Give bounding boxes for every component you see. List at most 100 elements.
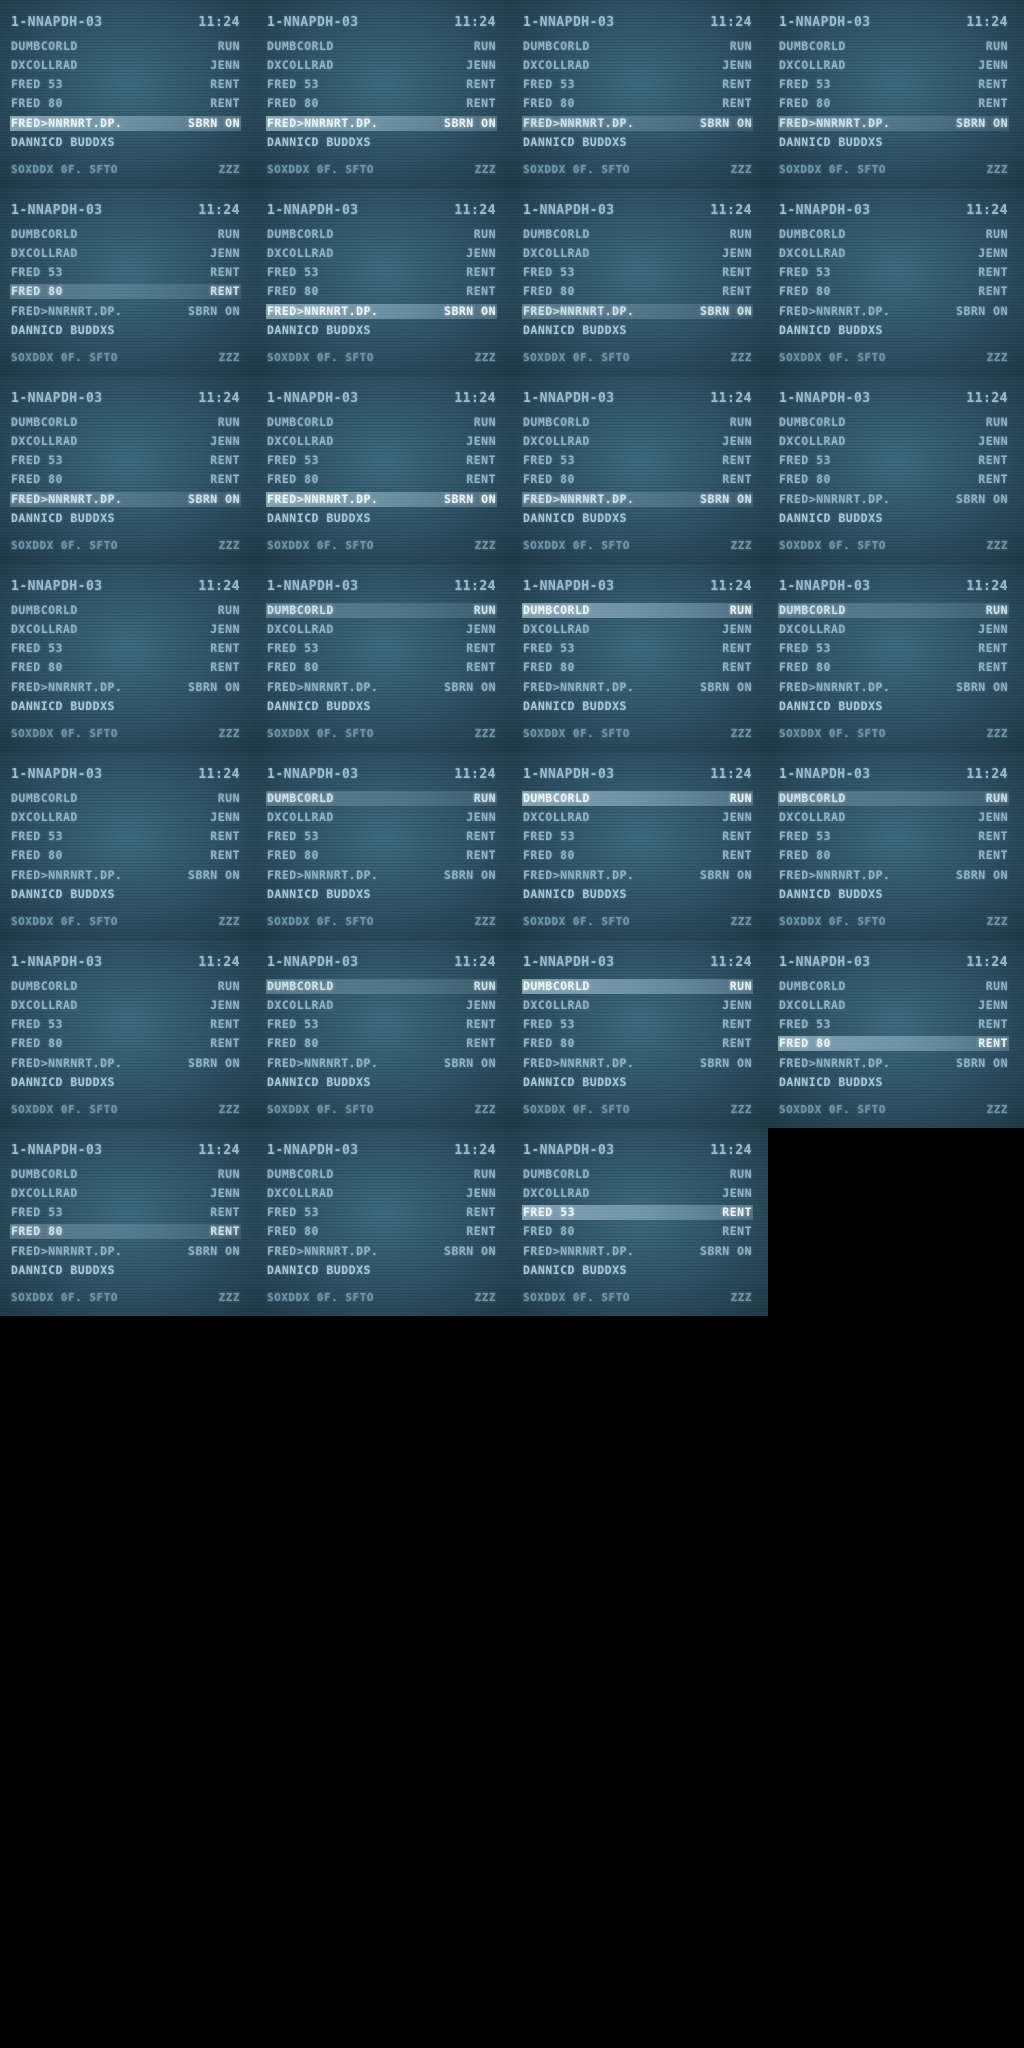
menu-row[interactable]: DANNICD BUDDXS	[778, 1075, 1009, 1090]
menu-row[interactable]: FRED 80 RENT	[778, 284, 1009, 299]
menu-row[interactable]: FRED 80 RENT	[778, 660, 1009, 675]
menu-row[interactable]: DXCOLLRAD JENN	[778, 622, 1009, 637]
menu-row[interactable]: DUMBCORLD RUN	[778, 979, 1009, 994]
menu-row[interactable]: DUMBCORLD RUN	[10, 227, 241, 242]
menu-row[interactable]: DUMBCORLD RUN	[10, 1167, 241, 1182]
menu-row[interactable]: DUMBCORLD RUN	[522, 1167, 753, 1182]
menu-row[interactable]: DUMBCORLD RUN	[266, 415, 497, 430]
menu-row[interactable]: DANNICD BUDDXS	[10, 1263, 241, 1278]
menu-row[interactable]: FRED>NNRNRT.DP. SBRN ON	[10, 868, 241, 883]
menu-row[interactable]: DANNICD BUDDXS	[266, 699, 497, 714]
menu-row[interactable]: FRED>NNRNRT.DP. SBRN ON	[778, 1056, 1009, 1071]
menu-row[interactable]: FRED>NNRNRT.DP. SBRN ON	[778, 680, 1009, 695]
menu-row[interactable]: DXCOLLRAD JENN	[10, 622, 241, 637]
menu-row[interactable]: FRED 53 RENT	[266, 265, 497, 280]
menu-row[interactable]: FRED>NNRNRT.DP. SBRN ON	[522, 492, 753, 507]
menu-row[interactable]: FRED 80 RENT	[778, 96, 1009, 111]
menu-row[interactable]: DUMBCORLD RUN	[522, 603, 753, 618]
menu-row[interactable]: FRED>NNRNRT.DP. SBRN ON	[10, 116, 241, 131]
menu-row[interactable]: DXCOLLRAD JENN	[778, 810, 1009, 825]
menu-row[interactable]: DXCOLLRAD JENN	[266, 998, 497, 1013]
menu-row[interactable]: FRED>NNRNRT.DP. SBRN ON	[522, 1056, 753, 1071]
menu-row[interactable]: DANNICD BUDDXS	[778, 511, 1009, 526]
menu-row[interactable]: FRED 53 RENT	[522, 265, 753, 280]
menu-row[interactable]: DANNICD BUDDXS	[522, 1075, 753, 1090]
menu-row[interactable]: FRED>NNRNRT.DP. SBRN ON	[522, 116, 753, 131]
menu-row[interactable]: DXCOLLRAD JENN	[266, 58, 497, 73]
menu-row[interactable]: FRED>NNRNRT.DP. SBRN ON	[266, 116, 497, 131]
menu-row[interactable]: FRED>NNRNRT.DP. SBRN ON	[10, 1056, 241, 1071]
menu-row[interactable]: FRED 53 RENT	[10, 641, 241, 656]
menu-row[interactable]: FRED 80 RENT	[266, 660, 497, 675]
menu-row[interactable]: DANNICD BUDDXS	[522, 1263, 753, 1278]
menu-row[interactable]: DXCOLLRAD JENN	[266, 434, 497, 449]
menu-row[interactable]: FRED 80 RENT	[522, 1224, 753, 1239]
menu-row[interactable]: DXCOLLRAD JENN	[266, 246, 497, 261]
menu-row[interactable]: FRED 53 RENT	[522, 829, 753, 844]
menu-row[interactable]: DXCOLLRAD JENN	[266, 1186, 497, 1201]
menu-row[interactable]: FRED>NNRNRT.DP. SBRN ON	[778, 116, 1009, 131]
menu-row[interactable]: DANNICD BUDDXS	[522, 511, 753, 526]
menu-row[interactable]: FRED 80 RENT	[522, 472, 753, 487]
menu-row[interactable]: FRED 53 RENT	[778, 77, 1009, 92]
menu-row[interactable]: FRED 53 RENT	[522, 641, 753, 656]
menu-row[interactable]: FRED 80 RENT	[522, 96, 753, 111]
menu-row[interactable]: DUMBCORLD RUN	[10, 415, 241, 430]
menu-row[interactable]: FRED 80 RENT	[266, 472, 497, 487]
menu-row[interactable]: DUMBCORLD RUN	[778, 791, 1009, 806]
menu-row[interactable]: FRED>NNRNRT.DP. SBRN ON	[778, 868, 1009, 883]
menu-row[interactable]: DXCOLLRAD JENN	[522, 434, 753, 449]
menu-row[interactable]: FRED>NNRNRT.DP. SBRN ON	[10, 492, 241, 507]
menu-row[interactable]: FRED>NNRNRT.DP. SBRN ON	[266, 680, 497, 695]
menu-row[interactable]: DUMBCORLD RUN	[10, 39, 241, 54]
menu-row[interactable]: DANNICD BUDDXS	[10, 323, 241, 338]
menu-row[interactable]: DANNICD BUDDXS	[266, 887, 497, 902]
menu-row[interactable]: FRED 53 RENT	[266, 641, 497, 656]
menu-row[interactable]: DUMBCORLD RUN	[522, 415, 753, 430]
menu-row[interactable]: FRED>NNRNRT.DP. SBRN ON	[778, 492, 1009, 507]
menu-row[interactable]: DXCOLLRAD JENN	[522, 1186, 753, 1201]
menu-row[interactable]: FRED>NNRNRT.DP. SBRN ON	[10, 1244, 241, 1259]
menu-row[interactable]: FRED 53 RENT	[10, 1017, 241, 1032]
menu-row[interactable]: FRED 53 RENT	[778, 1017, 1009, 1032]
menu-row[interactable]: DANNICD BUDDXS	[10, 699, 241, 714]
menu-row[interactable]: DANNICD BUDDXS	[10, 511, 241, 526]
menu-row[interactable]: DUMBCORLD RUN	[522, 791, 753, 806]
menu-row[interactable]: DXCOLLRAD JENN	[522, 810, 753, 825]
menu-row[interactable]: DUMBCORLD RUN	[522, 979, 753, 994]
menu-row[interactable]: FRED 80 RENT	[266, 1224, 497, 1239]
menu-row[interactable]: FRED 53 RENT	[266, 829, 497, 844]
menu-row[interactable]: DUMBCORLD RUN	[778, 39, 1009, 54]
menu-row[interactable]: FRED 53 RENT	[778, 829, 1009, 844]
menu-row[interactable]: FRED 80 RENT	[10, 848, 241, 863]
menu-row[interactable]: FRED>NNRNRT.DP. SBRN ON	[10, 680, 241, 695]
menu-row[interactable]: DUMBCORLD RUN	[266, 39, 497, 54]
menu-row[interactable]: DUMBCORLD RUN	[778, 227, 1009, 242]
menu-row[interactable]: DANNICD BUDDXS	[522, 323, 753, 338]
menu-row[interactable]: DXCOLLRAD JENN	[10, 1186, 241, 1201]
menu-row[interactable]: FRED>NNRNRT.DP. SBRN ON	[522, 680, 753, 695]
menu-row[interactable]: DANNICD BUDDXS	[266, 1263, 497, 1278]
menu-row[interactable]: DUMBCORLD RUN	[266, 791, 497, 806]
menu-row[interactable]: DXCOLLRAD JENN	[522, 58, 753, 73]
menu-row[interactable]: DUMBCORLD RUN	[522, 39, 753, 54]
menu-row[interactable]: FRED 80 RENT	[522, 284, 753, 299]
menu-row[interactable]: FRED 53 RENT	[778, 641, 1009, 656]
menu-row[interactable]: DUMBCORLD RUN	[266, 603, 497, 618]
menu-row[interactable]: DANNICD BUDDXS	[266, 323, 497, 338]
menu-row[interactable]: DXCOLLRAD JENN	[266, 622, 497, 637]
menu-row[interactable]: DANNICD BUDDXS	[778, 699, 1009, 714]
menu-row[interactable]: FRED 53 RENT	[522, 1017, 753, 1032]
menu-row[interactable]: DXCOLLRAD JENN	[10, 246, 241, 261]
menu-row[interactable]: DANNICD BUDDXS	[522, 699, 753, 714]
menu-row[interactable]: FRED 53 RENT	[10, 829, 241, 844]
menu-row[interactable]: DXCOLLRAD JENN	[10, 58, 241, 73]
menu-row[interactable]: FRED>NNRNRT.DP. SBRN ON	[522, 1244, 753, 1259]
menu-row[interactable]: DUMBCORLD RUN	[266, 1167, 497, 1182]
menu-row[interactable]: DUMBCORLD RUN	[778, 603, 1009, 618]
menu-row[interactable]: FRED>NNRNRT.DP. SBRN ON	[266, 492, 497, 507]
menu-row[interactable]: DANNICD BUDDXS	[10, 135, 241, 150]
menu-row[interactable]: FRED 80 RENT	[266, 848, 497, 863]
menu-row[interactable]: DXCOLLRAD JENN	[10, 434, 241, 449]
menu-row[interactable]: DANNICD BUDDXS	[266, 511, 497, 526]
